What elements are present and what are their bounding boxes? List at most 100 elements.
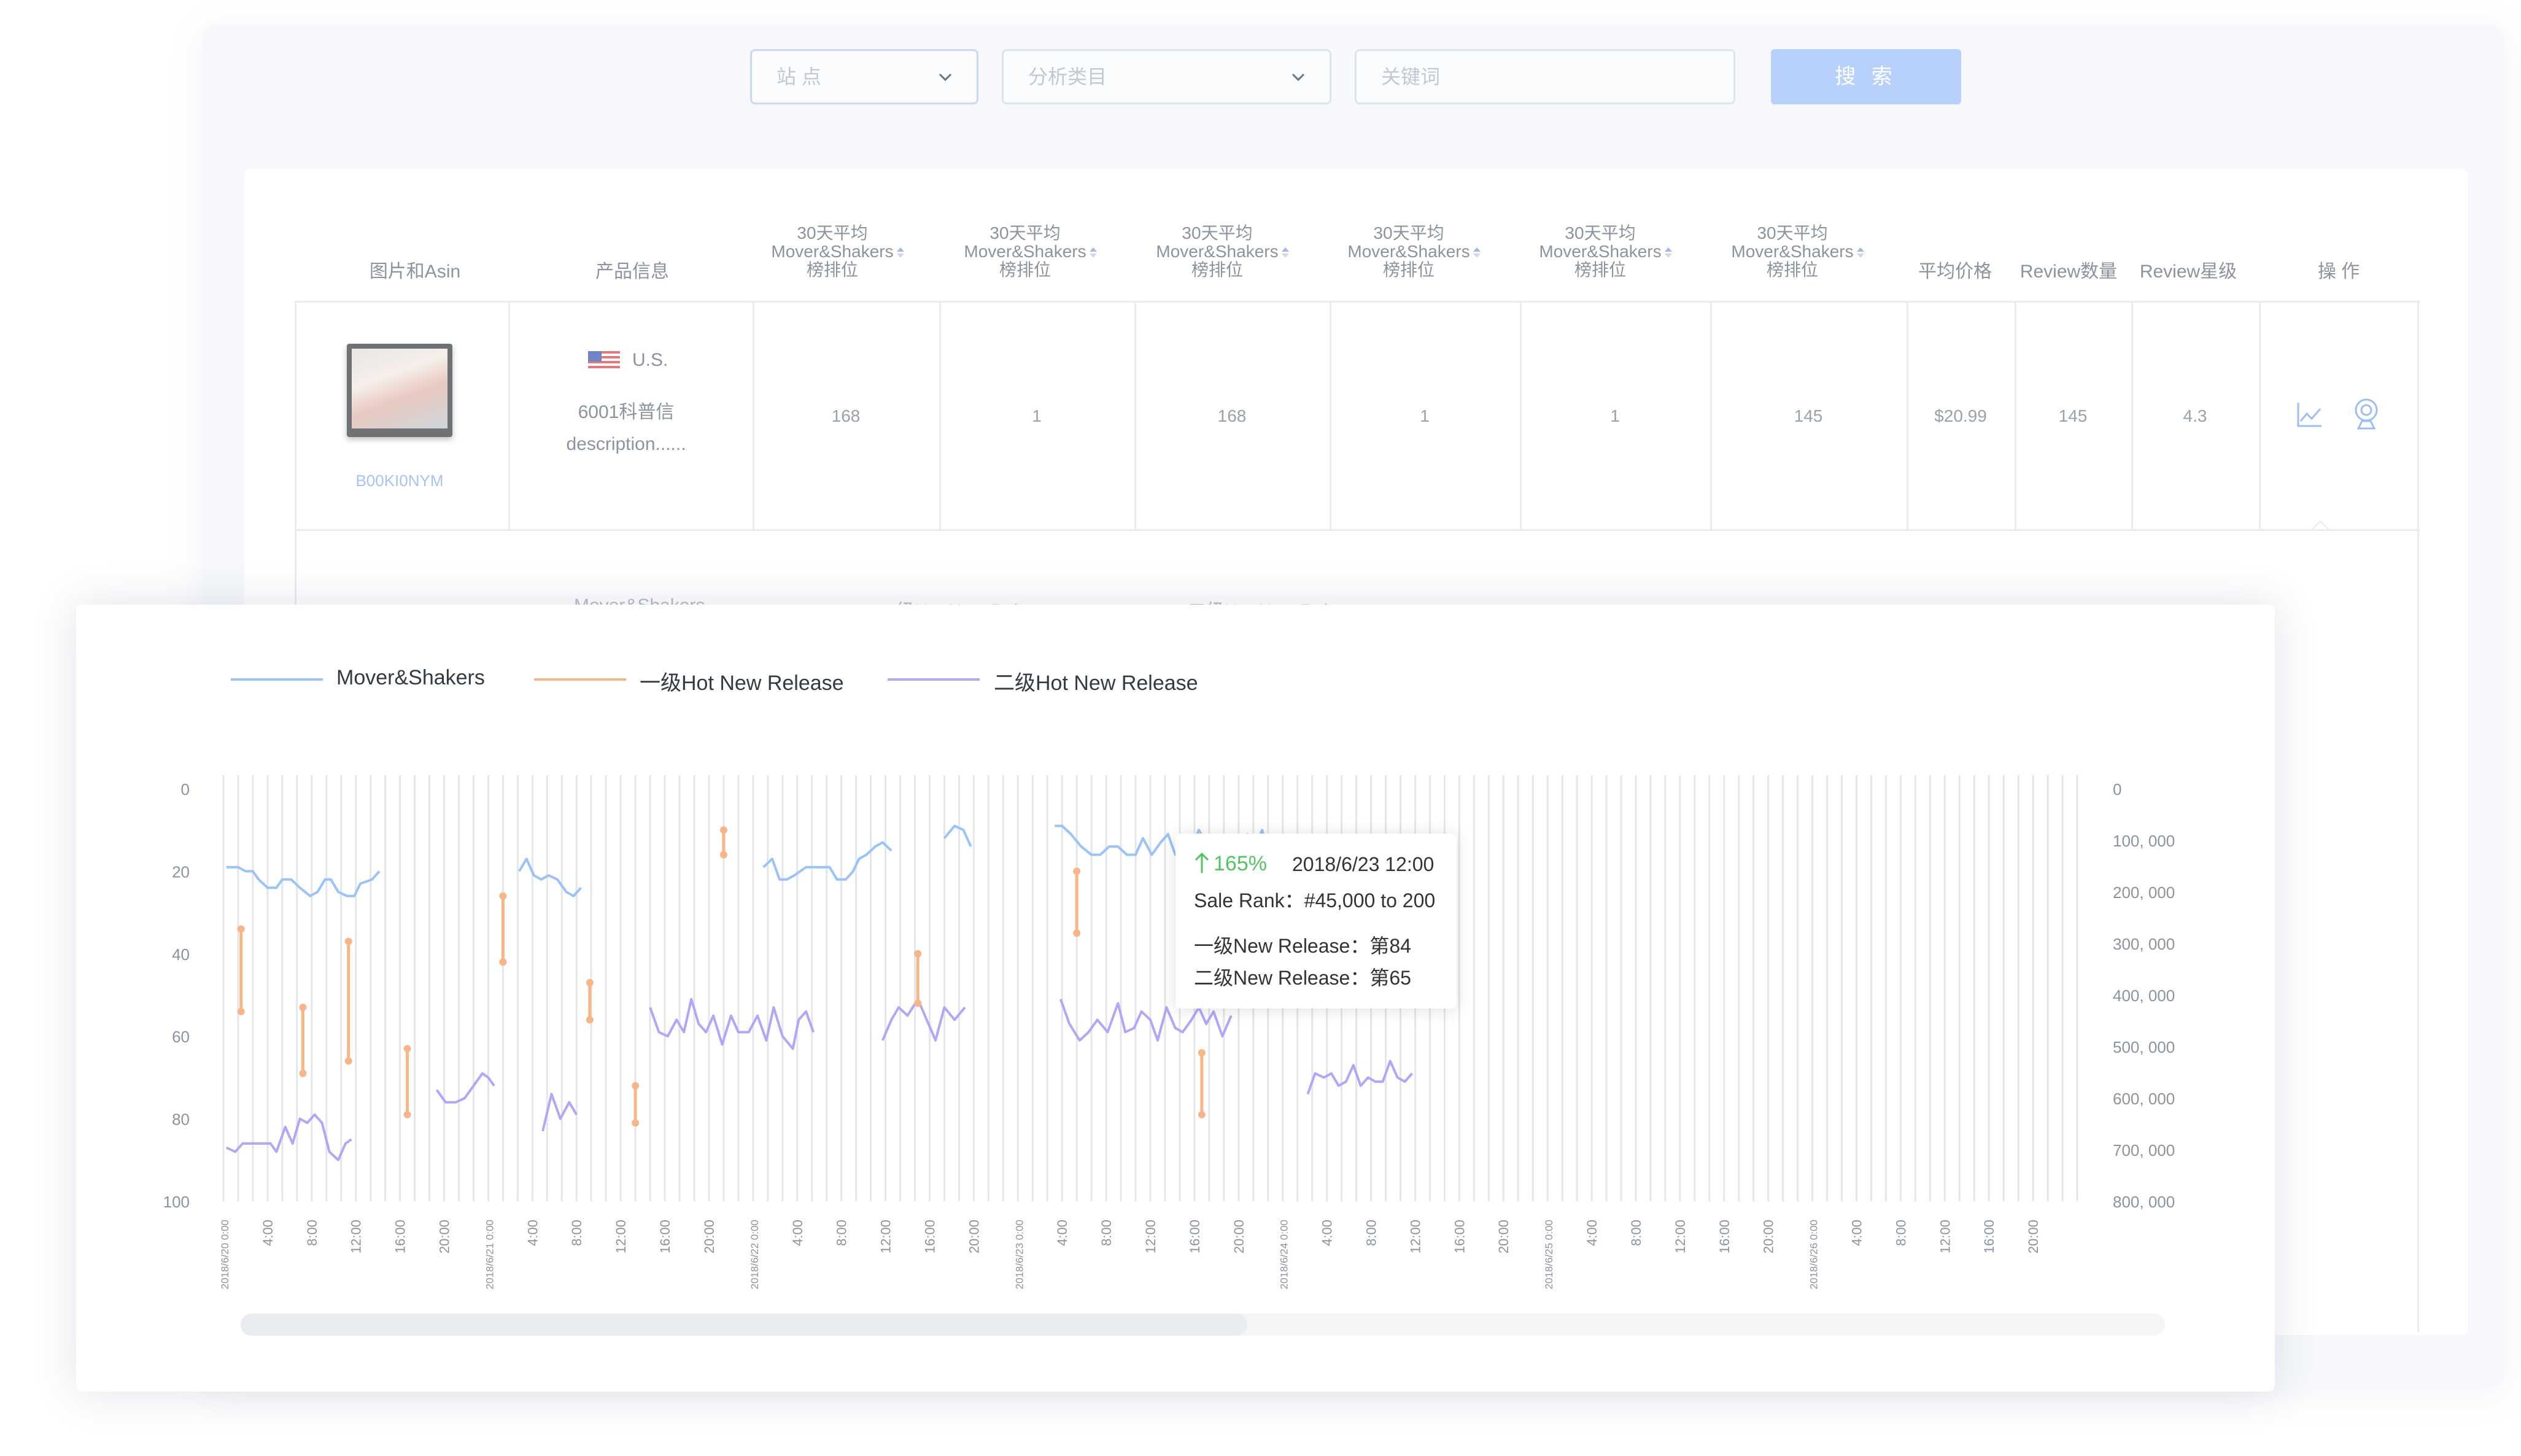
row-top-border <box>295 301 2420 303</box>
hot-release-1-point <box>914 950 922 958</box>
x-axis-tick: 16:00 <box>393 1220 408 1253</box>
category-select-placeholder: 分析类目 <box>1028 66 1107 88</box>
left-axis-tick: 40 <box>172 945 190 964</box>
x-axis-tick: 2018/6/20 0:00 <box>219 1220 231 1289</box>
product-country: U.S. <box>632 350 668 370</box>
x-axis-tick: 16:00 <box>1452 1220 1467 1253</box>
x-axis-tick: 16:00 <box>922 1220 937 1253</box>
hot-release-1-point <box>1198 1049 1206 1057</box>
us-flag-icon <box>588 351 620 371</box>
sort-icon[interactable] <box>1281 246 1290 258</box>
hot-release-1-point <box>1073 867 1081 875</box>
left-axis-tick: 20 <box>172 862 190 881</box>
x-axis-tick: 20:00 <box>2026 1220 2041 1253</box>
search-button[interactable]: 搜 索 <box>1771 49 1961 104</box>
header-rank-5[interactable]: 30天平均 Mover&Shakers 榜排位 <box>1533 223 1672 279</box>
header-rank-5-line3: 榜排位 <box>1574 260 1626 279</box>
right-axis-tick: 800, 000 <box>2113 1193 2175 1211</box>
tooltip-percent: 165% <box>1214 852 1267 875</box>
x-axis-tick: 20:00 <box>1761 1220 1776 1253</box>
rank-value-3: 168 <box>1217 406 1247 425</box>
x-axis-tick: 2018/6/26 0:00 <box>1808 1220 1820 1289</box>
left-axis-tick: 100 <box>163 1193 190 1211</box>
chart-scrollbar-thumb[interactable] <box>241 1314 1247 1336</box>
hot-release-1-point <box>586 1016 594 1024</box>
review-count-value: 145 <box>2058 406 2088 425</box>
chevron-down-icon <box>1291 73 1305 82</box>
x-axis-tick: 16:00 <box>1981 1220 1997 1253</box>
sort-icon[interactable] <box>1089 246 1098 258</box>
monitor-icon[interactable] <box>2352 398 2380 430</box>
category-select[interactable]: 分析类目 <box>1002 49 1331 104</box>
sort-icon[interactable] <box>1856 246 1865 258</box>
header-rank-4-line2: Mover&Shakers <box>1347 242 1470 261</box>
header-rank-4-line3: 榜排位 <box>1382 260 1435 279</box>
row-right-border <box>2417 301 2419 1332</box>
x-axis-tick: 16:00 <box>1187 1220 1202 1253</box>
header-rank-6[interactable]: 30天平均 Mover&Shakers 榜排位 <box>1725 224 1864 279</box>
x-axis-tick: 2018/6/21 0:00 <box>484 1220 495 1289</box>
x-axis-tick: 20:00 <box>1496 1220 1511 1253</box>
hot-release-1-point <box>403 1045 411 1053</box>
right-axis-tick: 0 <box>2113 780 2121 799</box>
right-axis-tick: 100, 000 <box>2113 832 2175 850</box>
x-axis-tick: 4:00 <box>1849 1220 1864 1246</box>
hot-release-1-point <box>632 1119 640 1127</box>
x-axis-tick: 8:00 <box>304 1220 320 1246</box>
chart-tooltip: 165% 2018/6/23 12:00 Sale Rank：#45,000 t… <box>1175 834 1457 1009</box>
x-axis-tick: 20:00 <box>437 1220 452 1253</box>
header-rank-3-line3: 榜排位 <box>1191 260 1243 279</box>
header-rank-6-line3: 榜排位 <box>1766 260 1818 279</box>
mover-shakers-line <box>518 858 582 897</box>
keyword-input[interactable]: 关键词 <box>1355 49 1735 104</box>
hot-release-2-line <box>225 1113 352 1161</box>
review-stars-value: 4.3 <box>2183 406 2207 425</box>
hot-release-1-point <box>344 937 352 945</box>
site-select[interactable]: 站 点 <box>750 49 978 104</box>
header-rank-1-line2: Mover&Shakers <box>771 242 894 261</box>
sort-icon[interactable] <box>896 246 905 258</box>
header-rank-2[interactable]: 30天平均 Mover&Shakers 榜排位 <box>958 223 1097 279</box>
header-rank-6-line2: Mover&Shakers <box>1731 242 1854 261</box>
right-axis-tick: 400, 000 <box>2113 986 2175 1005</box>
mover-shakers-line <box>943 824 972 847</box>
trend-chart-icon[interactable] <box>2294 400 2324 430</box>
keyword-input-placeholder: 关键词 <box>1381 66 1441 88</box>
product-image[interactable] <box>347 344 452 437</box>
header-rank-3[interactable]: 30天平均 Mover&Shakers 榜排位 <box>1150 224 1289 279</box>
header-rank-5-line1: 30天平均 <box>1565 223 1636 242</box>
x-axis-tick: 4:00 <box>1055 1220 1070 1246</box>
column-divider <box>2259 301 2261 531</box>
hot-release-1-point <box>344 1057 352 1065</box>
header-rank-2-line1: 30天平均 <box>989 223 1061 242</box>
x-axis-tick: 8:00 <box>834 1220 850 1246</box>
header-rank-1-line1: 30天平均 <box>797 223 868 242</box>
right-axis-tick: 700, 000 <box>2113 1141 2175 1160</box>
header-rank-1[interactable]: 30天平均 Mover&Shakers 榜排位 <box>765 223 904 279</box>
x-axis-tick: 8:00 <box>1628 1220 1644 1246</box>
x-axis-tick: 4:00 <box>790 1220 805 1246</box>
header-actions: 操 作 <box>2317 261 2360 282</box>
hot-release-1-point <box>299 1004 307 1012</box>
header-rank-4[interactable]: 30天平均 Mover&Shakers 榜排位 <box>1341 224 1481 279</box>
hot-release-1-point <box>499 892 507 900</box>
x-axis-tick: 2018/6/22 0:00 <box>749 1220 761 1289</box>
x-axis-tick: 12:00 <box>1143 1220 1158 1253</box>
hot-release-2-line <box>649 997 815 1050</box>
asin-link[interactable]: B00KI0NYM <box>319 471 480 490</box>
sort-icon[interactable] <box>1664 246 1673 258</box>
tooltip-release-1: 一级New Release：第84 <box>1194 935 1411 957</box>
x-axis-tick: 12:00 <box>613 1220 629 1253</box>
hot-release-1-point <box>632 1082 640 1090</box>
avg-price-value: $20.99 <box>1934 406 1987 425</box>
rank-value-4: 1 <box>1420 406 1430 425</box>
product-description: description...... <box>566 434 686 454</box>
x-axis-tick: 4:00 <box>525 1220 540 1246</box>
hot-release-1-point <box>719 851 727 859</box>
sort-icon[interactable] <box>1473 246 1481 258</box>
site-select-placeholder: 站 点 <box>776 66 821 88</box>
x-axis-tick: 2018/6/25 0:00 <box>1543 1220 1555 1289</box>
x-axis-tick: 16:00 <box>657 1220 673 1253</box>
rank-value-5: 1 <box>1610 406 1620 425</box>
x-axis-tick: 20:00 <box>966 1220 982 1253</box>
